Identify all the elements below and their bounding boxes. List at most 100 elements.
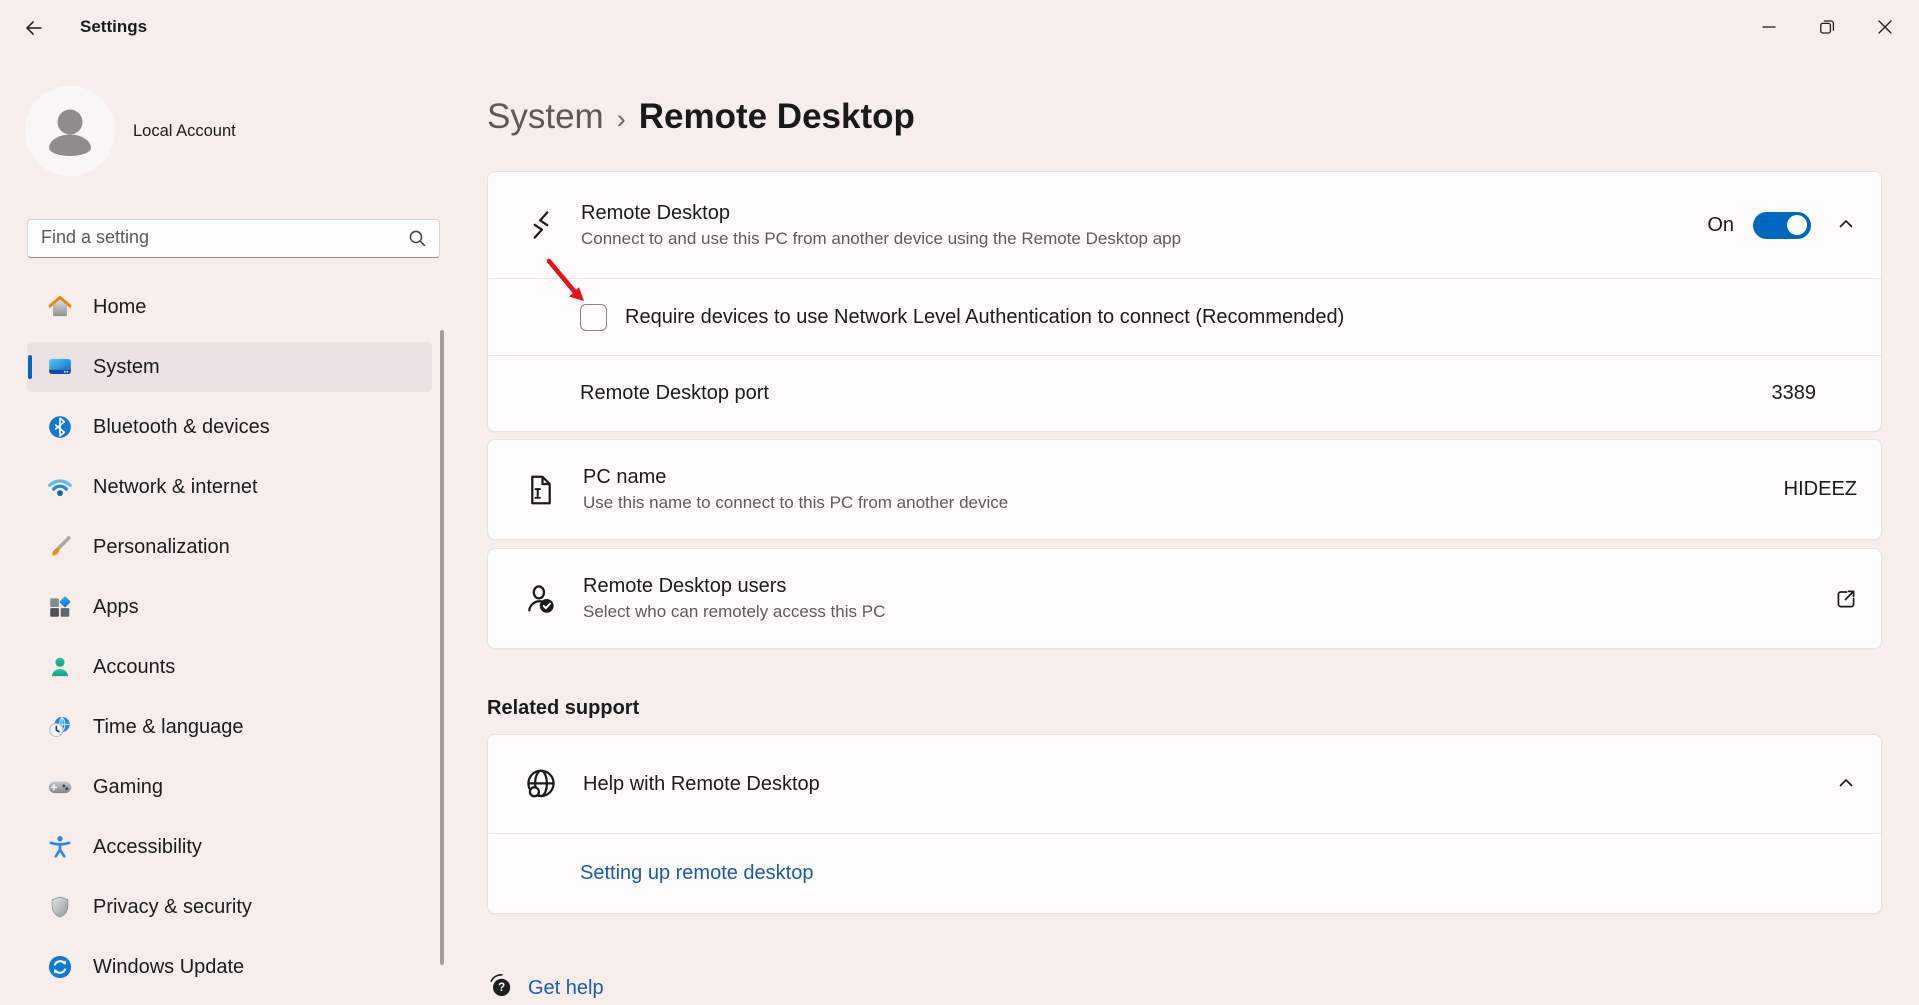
remote-desktop-title: Remote Desktop (581, 202, 1181, 225)
bluetooth-icon (47, 414, 73, 440)
sidebar-item-label: Home (93, 296, 146, 319)
help-link-row: Setting up remote desktop (488, 834, 1881, 913)
back-button[interactable] (16, 11, 52, 47)
sidebar-item-time-language[interactable]: Time & language (27, 702, 432, 752)
app-title: Settings (80, 17, 147, 39)
users-title: Remote Desktop users (583, 575, 885, 598)
sidebar-item-bluetooth[interactable]: Bluetooth & devices (27, 402, 432, 452)
get-help-link[interactable]: Get help (528, 977, 604, 1000)
sidebar-item-label: Gaming (93, 776, 163, 799)
expander-collapse-button[interactable] (1829, 208, 1863, 242)
sidebar-item-label: Personalization (93, 536, 230, 559)
accounts-icon (47, 654, 73, 680)
sidebar-item-label: Accessibility (93, 836, 202, 859)
gaming-icon (47, 774, 73, 800)
port-label: Remote Desktop port (580, 382, 769, 405)
port-value: 3389 (1772, 382, 1817, 405)
sidebar: Local Account Home System (0, 56, 450, 1005)
breadcrumb: System › Remote Desktop (487, 93, 1882, 141)
sidebar-item-privacy[interactable]: Privacy & security (27, 882, 432, 932)
svg-text:?: ? (498, 982, 505, 994)
sidebar-item-accessibility[interactable]: Accessibility (27, 822, 432, 872)
remote-desktop-users-card[interactable]: Remote Desktop users Select who can remo… (487, 548, 1882, 649)
close-icon (1875, 17, 1895, 40)
system-icon (47, 354, 73, 380)
back-arrow-icon (23, 17, 45, 42)
breadcrumb-separator-icon: › (617, 93, 626, 141)
privacy-icon (47, 894, 73, 920)
help-collapse-button[interactable] (1829, 767, 1863, 801)
window-controls (1740, 5, 1914, 51)
sidebar-item-label: System (93, 356, 160, 379)
toggle-state-label: On (1707, 214, 1734, 237)
help-card: Help with Remote Desktop Setting up remo… (487, 734, 1882, 914)
user-check-icon (521, 581, 561, 617)
pc-name-value: HIDEEZ (1784, 478, 1857, 501)
windows-update-icon (47, 954, 73, 980)
settings-window: Settings Local Account (0, 0, 1919, 1005)
sidebar-item-label: Accounts (93, 656, 175, 679)
close-button[interactable] (1856, 5, 1914, 51)
sidebar-scrollbar[interactable] (440, 330, 444, 965)
account-section[interactable]: Local Account (25, 86, 236, 176)
setting-up-remote-desktop-link[interactable]: Setting up remote desktop (580, 862, 813, 885)
nla-row: Require devices to use Network Level Aut… (488, 279, 1881, 355)
search-box (27, 219, 440, 258)
remote-desktop-card: Remote Desktop Connect to and use this P… (487, 171, 1882, 432)
titlebar: Settings (0, 0, 1919, 56)
sidebar-item-label: Time & language (93, 716, 243, 739)
toggle-knob (1787, 215, 1807, 235)
home-icon (47, 294, 73, 320)
remote-desktop-icon (521, 207, 561, 243)
sidebar-item-network[interactable]: Network & internet (27, 462, 432, 512)
accessibility-icon (47, 834, 73, 860)
sidebar-item-windows-update[interactable]: Windows Update (27, 942, 432, 992)
sidebar-item-label: Windows Update (93, 956, 244, 979)
help-header-row[interactable]: Help with Remote Desktop (488, 735, 1881, 833)
sidebar-item-system[interactable]: System (27, 342, 432, 392)
external-link-icon[interactable] (1831, 584, 1861, 614)
remote-desktop-description: Connect to and use this PC from another … (581, 229, 1181, 249)
minimize-button[interactable] (1740, 5, 1798, 51)
sidebar-item-home[interactable]: Home (27, 282, 432, 332)
related-support-heading: Related support (487, 697, 1882, 720)
restore-icon (1817, 17, 1837, 40)
apps-icon (47, 594, 73, 620)
main-content: System › Remote Desktop Remote Desktop C… (487, 56, 1882, 1005)
remote-desktop-toggle[interactable] (1753, 212, 1811, 239)
pc-name-description: Use this name to connect to this PC from… (583, 493, 1008, 513)
get-help-icon: ? (487, 972, 515, 1005)
chevron-up-icon (1835, 213, 1857, 238)
sidebar-item-label: Network & internet (93, 476, 258, 499)
search-input[interactable] (27, 219, 440, 258)
sidebar-item-accounts[interactable]: Accounts (27, 642, 432, 692)
chevron-up-icon (1835, 772, 1857, 797)
restore-button[interactable] (1798, 5, 1856, 51)
nla-label: Require devices to use Network Level Aut… (625, 306, 1344, 329)
account-name: Local Account (133, 122, 236, 141)
sidebar-item-apps[interactable]: Apps (27, 582, 432, 632)
pc-name-card: PC name Use this name to connect to this… (487, 439, 1882, 540)
pc-name-title: PC name (583, 466, 1008, 489)
help-title: Help with Remote Desktop (583, 773, 820, 796)
page-title: Remote Desktop (639, 95, 915, 139)
personalization-icon (47, 534, 73, 560)
nla-checkbox[interactable] (580, 304, 607, 331)
time-language-icon (47, 714, 73, 740)
web-globe-icon (521, 766, 561, 802)
breadcrumb-parent[interactable]: System (487, 95, 604, 139)
minimize-icon (1759, 17, 1779, 40)
sidebar-item-label: Apps (93, 596, 139, 619)
sidebar-item-label: Privacy & security (93, 896, 252, 919)
port-row: Remote Desktop port 3389 (488, 356, 1881, 431)
selected-indicator (28, 355, 32, 379)
remote-desktop-header-row[interactable]: Remote Desktop Connect to and use this P… (488, 172, 1881, 278)
get-help-row: ? Get help (487, 972, 1882, 1005)
rename-document-icon (521, 472, 561, 508)
sidebar-item-personalization[interactable]: Personalization (27, 522, 432, 572)
sidebar-item-gaming[interactable]: Gaming (27, 762, 432, 812)
sidebar-item-label: Bluetooth & devices (93, 416, 270, 439)
avatar (25, 86, 115, 176)
sidebar-nav: Home System Bluetooth & devices Net (27, 282, 432, 1002)
users-description: Select who can remotely access this PC (583, 602, 885, 622)
